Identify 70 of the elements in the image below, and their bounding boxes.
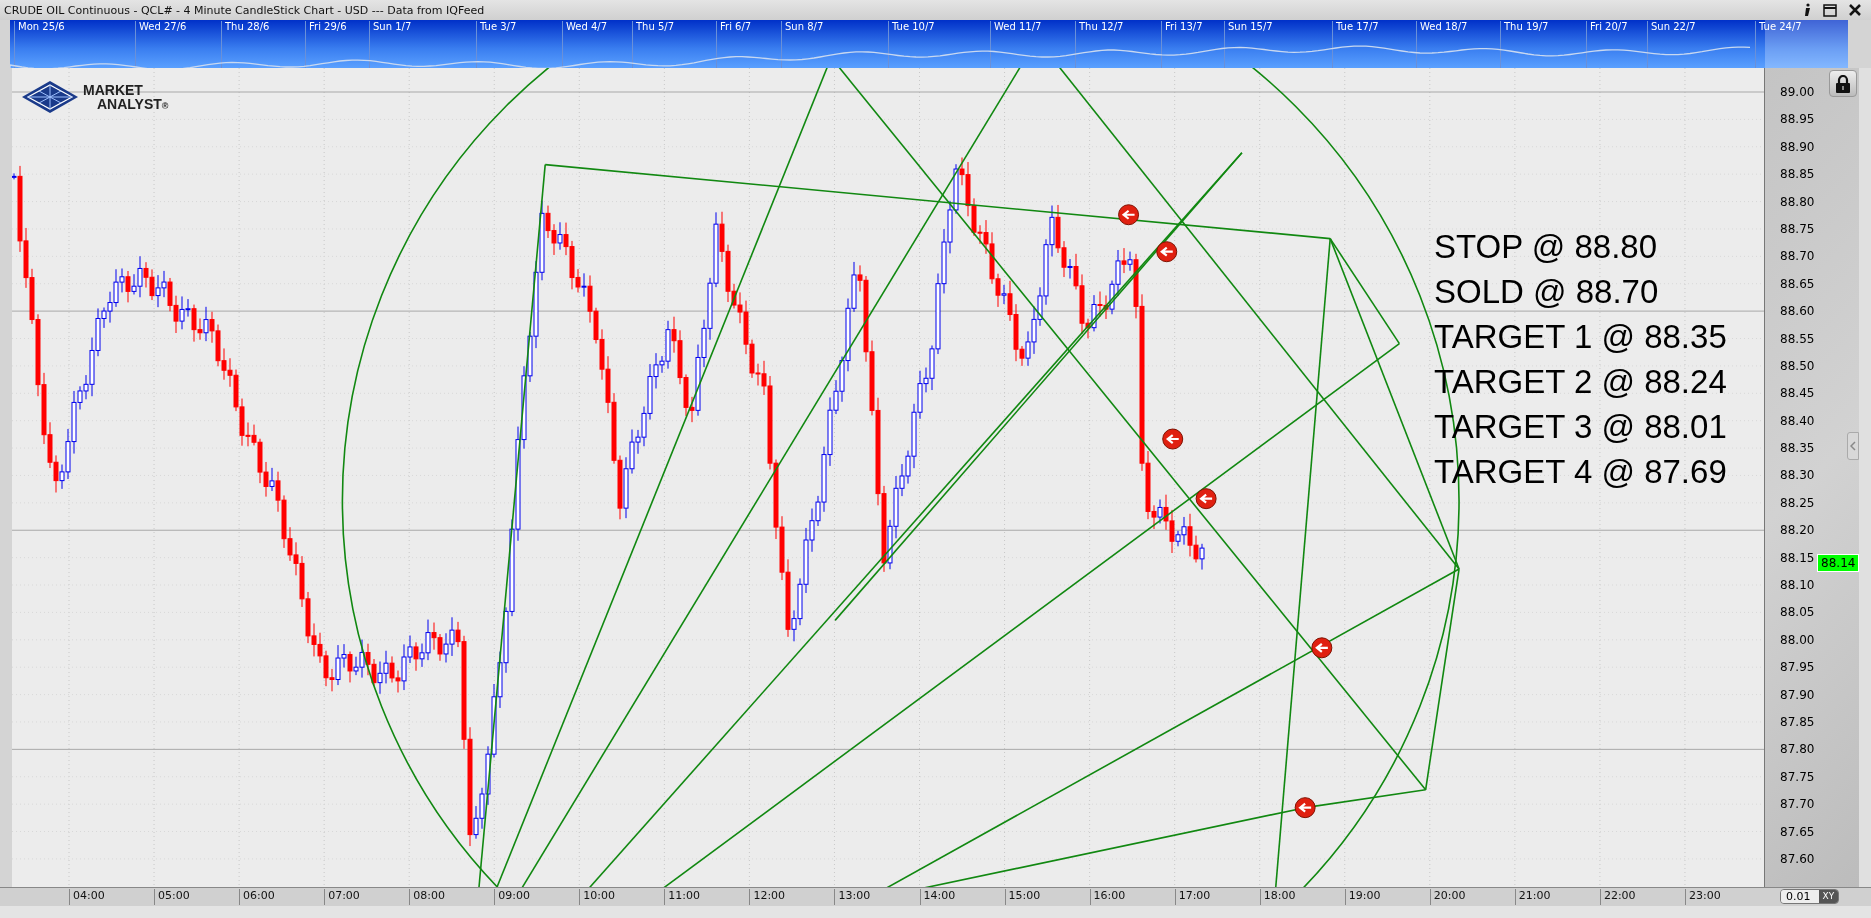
price-label: 88.15	[1780, 549, 1815, 566]
price-label: 88.30	[1780, 467, 1815, 484]
time-label: 23:00	[1684, 889, 1721, 905]
time-label: 08:00	[409, 889, 445, 905]
time-label: 20:00	[1429, 889, 1466, 905]
logo-text: ANALYST®	[96, 97, 169, 111]
arrow-marker-icon[interactable]	[1195, 488, 1217, 510]
price-label: 88.25	[1780, 494, 1815, 511]
price-label: 88.95	[1780, 111, 1815, 128]
time-label: 05:00	[154, 889, 190, 905]
time-label: 11:00	[664, 889, 701, 905]
arrow-marker-icon[interactable]	[1311, 637, 1333, 659]
diamond-logo-icon	[21, 80, 79, 114]
trade-note: STOP @ 88.80	[1434, 227, 1659, 267]
time-label: 16:00	[1089, 889, 1126, 905]
trade-note: SOLD @ 88.70	[1434, 272, 1660, 312]
time-label: 07:00	[324, 889, 360, 905]
window-title: CRUDE OIL Continuous - QCL# - 4 Minute CandleStick Chart - USD --- Data from IQFeed	[4, 3, 485, 17]
time-label: 21:00	[1514, 889, 1551, 905]
price-label: 87.60	[1780, 850, 1815, 867]
time-label: 09:00	[494, 889, 530, 905]
time-label: 22:00	[1599, 889, 1636, 905]
trade-note: TARGET 1 @ 88.35	[1434, 317, 1727, 357]
time-label: 14:00	[919, 889, 956, 905]
price-label: 88.50	[1780, 357, 1815, 374]
price-label: 88.70	[1780, 248, 1815, 265]
chevron-left-icon	[1850, 441, 1856, 451]
price-label: 87.85	[1780, 713, 1815, 730]
time-label: 12:00	[749, 889, 786, 905]
time-label: 18:00	[1259, 889, 1296, 905]
price-label: 87.70	[1780, 796, 1815, 813]
price-label: 88.40	[1780, 412, 1815, 429]
current-price-badge: 88.14	[1817, 554, 1860, 573]
time-label: 06:00	[239, 889, 275, 905]
time-label: 13:00	[834, 889, 871, 905]
time-label: 15:00	[1004, 889, 1041, 905]
price-label: 87.95	[1780, 659, 1815, 676]
time-label: 19:00	[1344, 889, 1381, 905]
price-label: 87.75	[1780, 768, 1815, 785]
time-label: 04:00	[69, 889, 105, 905]
price-label: 88.80	[1780, 193, 1815, 210]
price-label: 88.65	[1780, 275, 1815, 292]
price-label: 88.85	[1780, 166, 1815, 183]
price-label: 88.05	[1780, 604, 1815, 621]
price-label: 88.75	[1780, 220, 1815, 237]
arrow-marker-icon[interactable]	[1156, 241, 1178, 263]
arrow-marker-icon[interactable]	[1162, 428, 1184, 450]
price-label: 88.45	[1780, 385, 1815, 402]
time-label: 17:00	[1174, 889, 1211, 905]
arrow-marker-icon[interactable]	[1118, 204, 1140, 226]
restore-icon[interactable]	[1823, 3, 1837, 17]
price-label: 88.60	[1780, 303, 1815, 320]
lock-button[interactable]	[1829, 70, 1857, 97]
price-label: 88.20	[1780, 522, 1815, 539]
overview-navigator[interactable]: Mon 25/6 Wed 27/6 Thu 28/6 Fri 29/6 Sun 1/7 Tue 3/7 Wed 4/7 Thu 5/7 Fri 6/7 Sun 8/7 Tue 10/7 Wed 11/7 Thu 12/7 Fri 13/7 Sun 15/7 Tue 17/7 Wed 18/7 Thu 19/7 Fri 20/7 Sun 22/7 Tue 24/7	[10, 20, 1848, 68]
price-label: 88.10	[1780, 577, 1815, 593]
price-label: 88.00	[1780, 631, 1815, 648]
arrow-marker-icon[interactable]	[1294, 797, 1316, 819]
time-label: 10:00	[579, 889, 615, 905]
price-label: 87.65	[1780, 823, 1815, 840]
price-label: 88.55	[1780, 330, 1815, 347]
logo-text: MARKET	[83, 83, 144, 97]
price-label: 89.00	[1780, 84, 1815, 100]
padlock-icon	[1835, 74, 1851, 93]
price-label: 87.80	[1780, 741, 1815, 758]
price-label: 88.90	[1780, 138, 1815, 155]
close-icon[interactable]	[1849, 4, 1861, 16]
price-label: 88.35	[1780, 440, 1815, 457]
info-icon[interactable]	[1803, 3, 1811, 17]
price-label: 87.90	[1780, 686, 1815, 703]
